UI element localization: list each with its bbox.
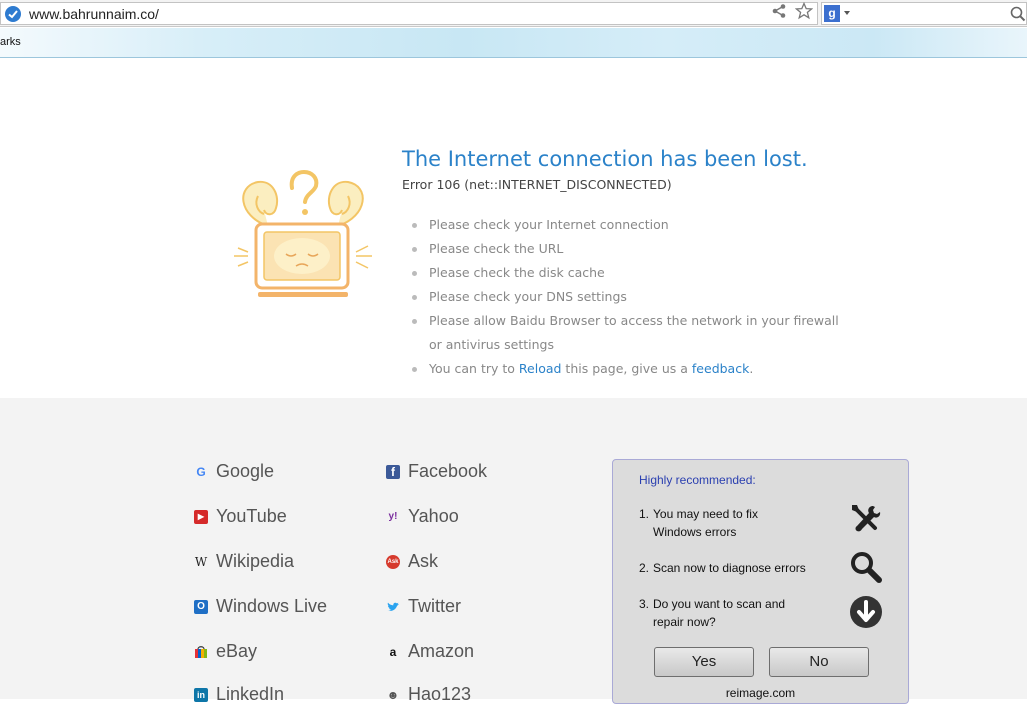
url-text[interactable]: www.bahrunnaim.co/ bbox=[29, 6, 159, 22]
popup-footer: reimage.com bbox=[725, 686, 796, 700]
linkedin-icon: in bbox=[194, 688, 208, 702]
error-code: Error 106 (net::INTERNET_DISCONNECTED) bbox=[402, 177, 672, 192]
search-field[interactable]: g bbox=[821, 2, 1027, 25]
facebook-icon: f bbox=[386, 465, 400, 479]
search-icon[interactable] bbox=[1010, 6, 1026, 22]
reimage-popup: Highly recommended: 1. You may need to f… bbox=[612, 459, 909, 704]
google-icon: G bbox=[196, 465, 206, 479]
bookmarks-label[interactable]: arks bbox=[0, 36, 21, 48]
amazon-icon: a bbox=[389, 645, 397, 659]
reload-suffix: . bbox=[749, 361, 754, 376]
tip-check-dns: Please check your DNS settings bbox=[412, 285, 839, 309]
outlook-icon: O bbox=[194, 600, 208, 614]
no-button[interactable]: No bbox=[769, 647, 869, 677]
feedback-link[interactable]: feedback bbox=[692, 361, 749, 376]
tools-icon bbox=[852, 505, 881, 532]
ask-icon: Ask bbox=[386, 555, 400, 569]
youtube-icon: ▶ bbox=[194, 510, 208, 524]
wikipedia-icon: W bbox=[194, 555, 208, 569]
yes-button[interactable]: Yes bbox=[654, 647, 754, 677]
address-bar: www.bahrunnaim.co/ g bbox=[0, 0, 1027, 27]
chevron-down-icon[interactable] bbox=[844, 11, 850, 15]
twitter-icon bbox=[386, 600, 400, 614]
error-title: The Internet connection has been lost. bbox=[402, 147, 808, 171]
download-arrow-icon bbox=[850, 596, 882, 628]
tip-allow-firewall: Please allow Baidu Browser to access the… bbox=[412, 309, 839, 333]
troubleshooting-list: Please check your Internet connection Pl… bbox=[412, 213, 839, 381]
checkmark-icon bbox=[5, 6, 21, 22]
google-plus-icon[interactable]: g bbox=[824, 5, 840, 22]
tip-allow-firewall-cont: or antivirus settings bbox=[429, 337, 554, 352]
tip-reload: You can try to Reload this page, give us… bbox=[412, 357, 839, 381]
tip-check-url: Please check the URL bbox=[412, 237, 839, 261]
disconnected-computer-illustration bbox=[234, 169, 372, 297]
reload-prefix: You can try to bbox=[429, 361, 515, 376]
yahoo-icon: y! bbox=[388, 511, 398, 522]
reload-link[interactable]: Reload bbox=[519, 361, 562, 376]
bookmarks-bar: arks bbox=[0, 28, 1027, 58]
star-icon[interactable] bbox=[794, 1, 814, 20]
popup-title: Highly recommended: bbox=[639, 473, 756, 487]
tip-check-connection: Please check your Internet connection bbox=[412, 213, 839, 237]
share-icon[interactable] bbox=[771, 3, 787, 19]
tip-check-cache: Please check the disk cache bbox=[412, 261, 839, 285]
shopping-bag-icon bbox=[194, 645, 208, 659]
url-field[interactable]: www.bahrunnaim.co/ bbox=[0, 2, 818, 25]
magnifier-icon bbox=[851, 552, 882, 583]
hao123-icon: ☻ bbox=[386, 688, 400, 702]
reload-middle: this page, give us a bbox=[565, 361, 688, 376]
